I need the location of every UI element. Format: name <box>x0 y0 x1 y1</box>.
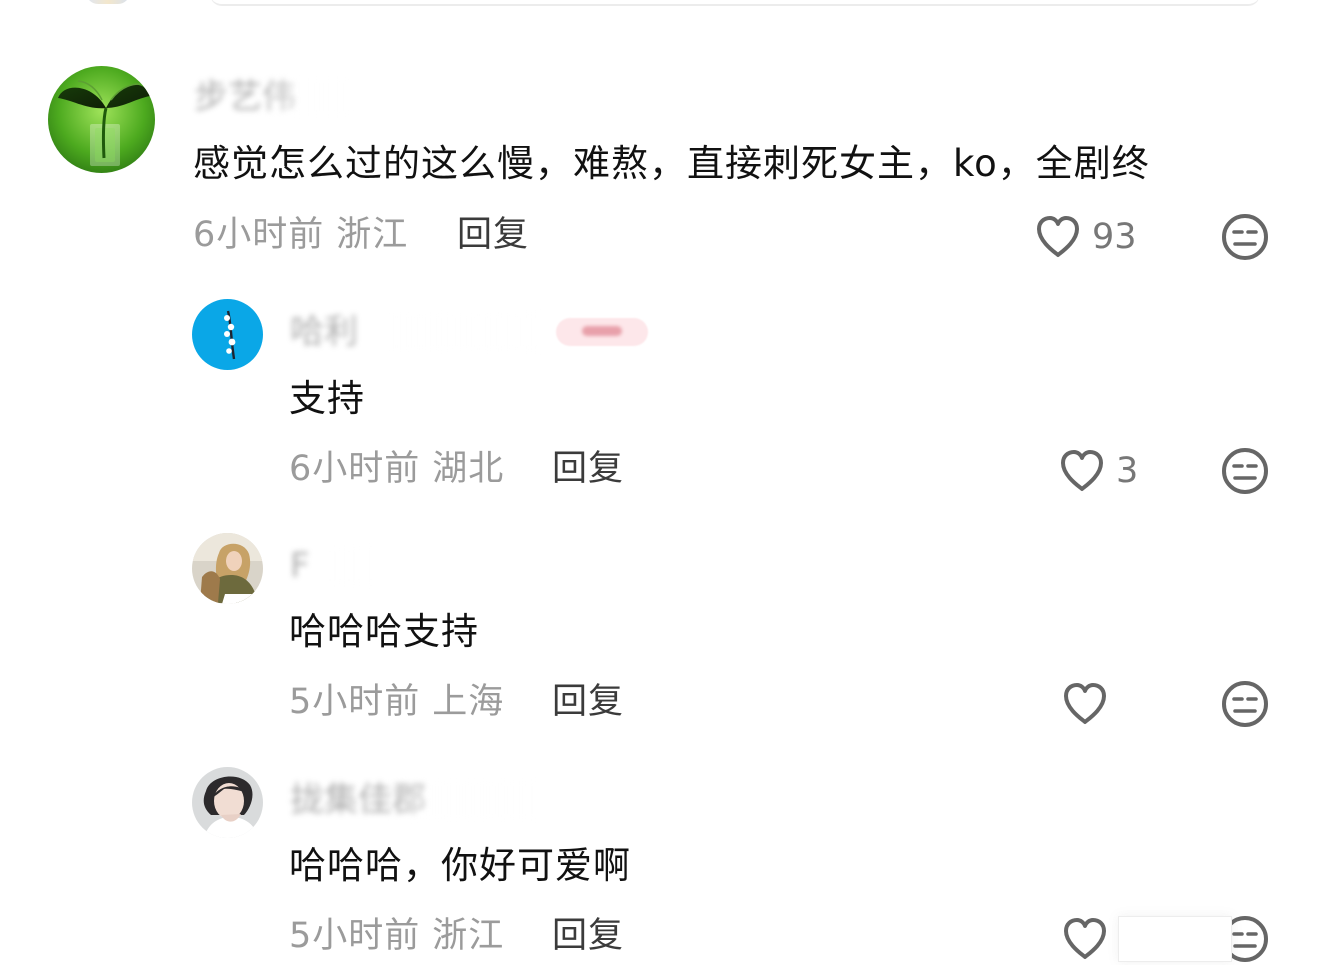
like-count: 93 <box>1092 217 1137 257</box>
like-button[interactable]: 93 <box>1032 211 1137 263</box>
comment-meta: 6小时前 湖北 <box>289 447 504 491</box>
neutral-face-icon[interactable] <box>1219 211 1271 263</box>
time-text: 5小时前 <box>289 916 421 956</box>
time-text: 5小时前 <box>289 682 421 722</box>
neutral-face-icon[interactable] <box>1219 445 1271 497</box>
heart-icon <box>1064 918 1106 959</box>
previous-comment-input-edge <box>210 0 1260 6</box>
location-text: 上海 <box>432 682 505 722</box>
comment-text: 感觉怎么过的这么慢，难熬，直接刺死女主，ko，全剧终 <box>193 142 1150 185</box>
reply-button[interactable]: 回复 <box>552 447 624 491</box>
like-button[interactable] <box>1059 913 1119 965</box>
partial-bottom-overlay <box>1118 916 1232 962</box>
woman-photo-avatar <box>192 533 263 604</box>
comment-text: 哈哈哈，你好可爱啊 <box>289 844 631 887</box>
username[interactable]: F <box>290 545 370 587</box>
like-button[interactable]: 3 <box>1056 445 1138 497</box>
heart-icon <box>1037 216 1079 257</box>
reply-button[interactable]: 回复 <box>552 680 624 724</box>
like-button[interactable] <box>1059 678 1119 730</box>
previous-avatar-edge <box>86 0 130 4</box>
comment-meta: 5小时前 浙江 <box>289 914 504 958</box>
location-text: 浙江 <box>432 916 505 956</box>
like-count: 3 <box>1116 451 1139 491</box>
username[interactable]: 步艺伟 <box>194 76 354 118</box>
comment-meta: 5小时前 上海 <box>289 680 504 724</box>
user-avatar[interactable] <box>192 299 263 370</box>
heart-icon <box>1064 683 1106 724</box>
time-text: 6小时前 <box>193 215 325 255</box>
location-text: 湖北 <box>432 449 505 489</box>
portrait-avatar <box>192 767 263 838</box>
plant-leaf-avatar <box>48 66 155 173</box>
neutral-face-icon[interactable] <box>1219 678 1271 730</box>
comment-meta: 6小时前 浙江 <box>193 213 408 257</box>
heart-icon <box>1061 450 1103 491</box>
comment-text: 支持 <box>289 377 365 420</box>
reply-button[interactable]: 回复 <box>457 213 529 257</box>
comment-text: 哈哈哈支持 <box>289 610 479 653</box>
username[interactable]: 哈利 <box>290 311 540 353</box>
time-text: 6小时前 <box>289 449 421 489</box>
user-avatar[interactable] <box>192 533 263 604</box>
user-avatar[interactable] <box>192 767 263 838</box>
blue-sky-flower-avatar <box>192 299 263 370</box>
user-badge <box>556 318 648 346</box>
user-avatar[interactable] <box>48 66 155 173</box>
username[interactable]: 拢集佳郡 <box>290 779 535 821</box>
reply-button[interactable]: 回复 <box>552 914 624 958</box>
location-text: 浙江 <box>336 215 409 255</box>
